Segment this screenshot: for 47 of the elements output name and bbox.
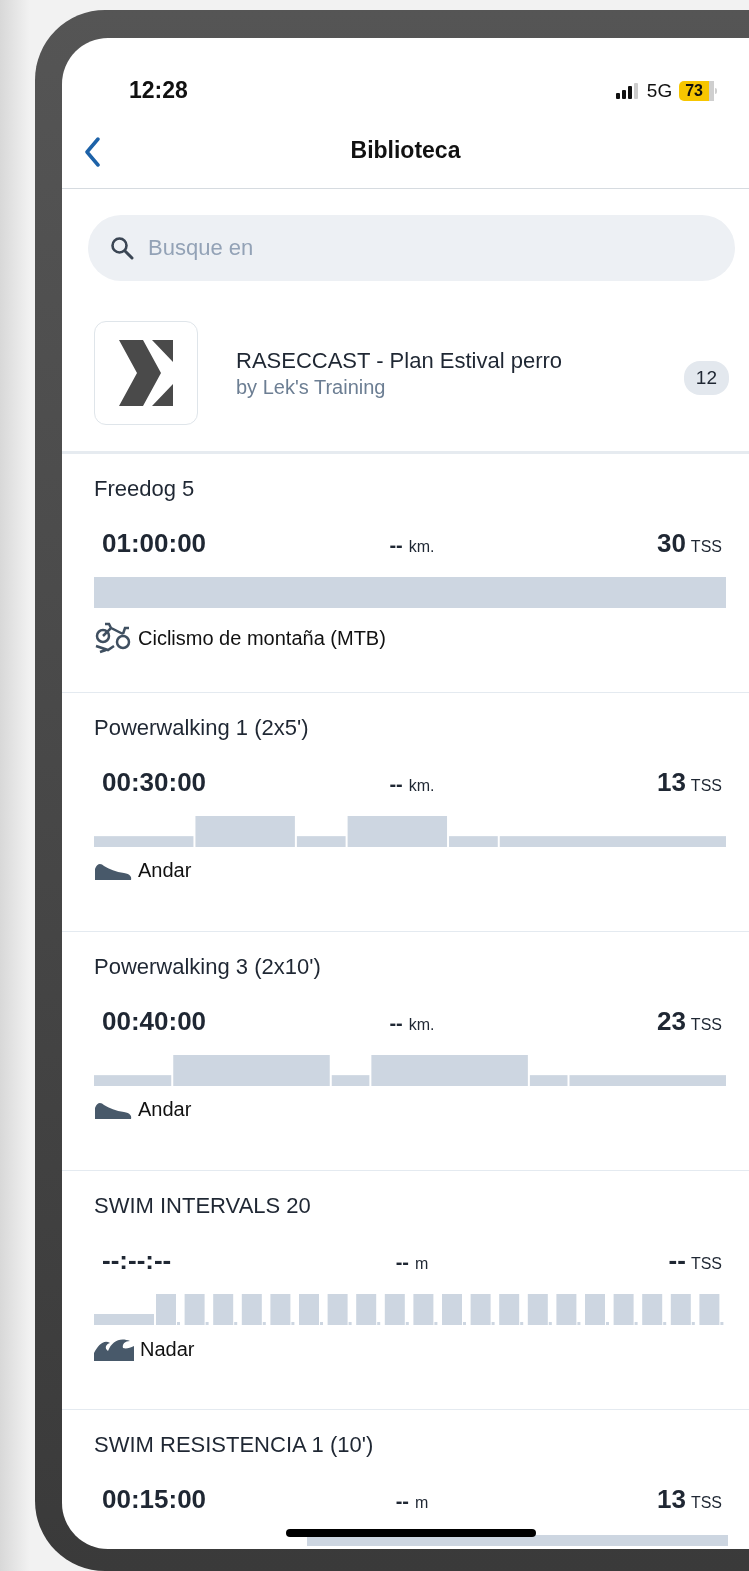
workout-title[interactable]: Freedog 5: [94, 476, 728, 502]
tss-value: 23: [656, 1006, 686, 1037]
workout-title[interactable]: SWIM INTERVALS 20: [94, 1193, 728, 1219]
tss-value: 13: [656, 1484, 686, 1515]
tss-unit: TSS: [690, 1016, 722, 1034]
plan-author: by Lek's Training: [236, 375, 387, 399]
workout-title[interactable]: Powerwalking 3 (2x10'): [94, 954, 728, 980]
plan-title[interactable]: RASECCAST - Plan Estival perro: [236, 347, 684, 374]
workout-count: 12: [683, 361, 729, 395]
back-chevron-icon: [84, 137, 100, 167]
battery-level: 73: [679, 80, 714, 101]
search-field[interactable]: Busque en: [88, 215, 735, 281]
tss-value: 30: [656, 528, 686, 559]
distance-unit: m: [415, 1494, 429, 1512]
workout-duration: 00:40:00: [102, 1006, 208, 1037]
sport-label: Andar: [138, 859, 192, 882]
distance-value: --: [395, 1490, 409, 1513]
tss-value: 13: [656, 767, 686, 798]
distance-value: --: [389, 773, 403, 796]
distance-unit: km.: [408, 1016, 435, 1034]
workout-duration: 00:15:00: [102, 1484, 208, 1515]
tss-unit: TSS: [690, 777, 722, 795]
signal-icon: [615, 82, 640, 99]
distance-unit: km.: [408, 777, 435, 795]
distance-value: --: [389, 534, 403, 557]
tss-value: --: [668, 1245, 686, 1276]
workout-title[interactable]: SWIM RESISTENCIA 1 (10'): [94, 1432, 728, 1458]
distance-unit: km.: [408, 538, 435, 556]
tss-unit: TSS: [690, 1494, 722, 1512]
workout-duration: 01:00:00: [102, 528, 208, 559]
sport-label: Ciclismo de montaña (MTB): [138, 626, 386, 650]
tss-unit: TSS: [690, 538, 722, 556]
network-label: 5G: [646, 79, 673, 102]
workout-duration: 00:30:00: [102, 767, 208, 798]
distance-value: --: [389, 1012, 403, 1035]
workout-duration: --:--:--: [102, 1245, 173, 1276]
mountain-bike-icon: [94, 620, 132, 656]
status-time: 12:28: [129, 77, 188, 104]
sport-label: Nadar: [140, 1337, 195, 1361]
distance-unit: m: [415, 1255, 429, 1273]
tss-unit: TSS: [690, 1255, 722, 1273]
chevron-logo-icon: [119, 340, 173, 406]
page-title: Biblioteca: [349, 137, 462, 164]
workout-title[interactable]: Powerwalking 1 (2x5'): [94, 715, 728, 741]
wave-icon: [94, 1337, 134, 1361]
sport-label: Andar: [138, 1098, 192, 1121]
distance-value: --: [395, 1251, 409, 1274]
